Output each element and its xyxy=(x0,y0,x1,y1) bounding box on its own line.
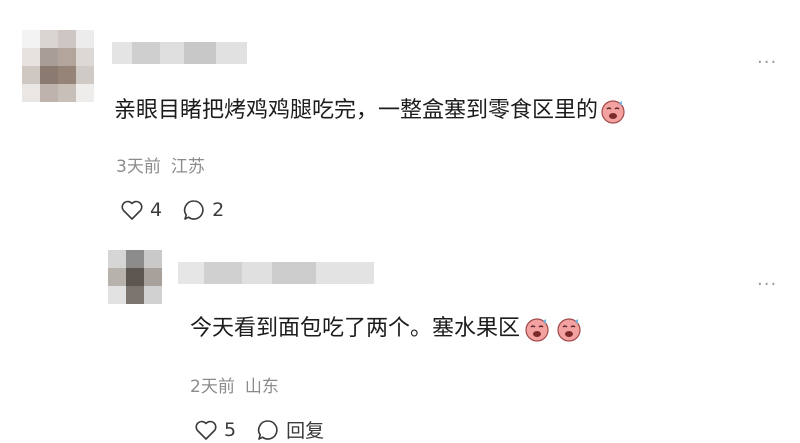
comment-text-body: 今天看到面包吃了两个。塞水果区 xyxy=(190,316,521,341)
avatar[interactable] xyxy=(22,30,94,102)
heart-icon xyxy=(195,420,217,440)
crying-face-emoji-icon xyxy=(525,318,549,342)
like-button[interactable]: 4 xyxy=(120,199,162,221)
comment-actions: 5 回复 xyxy=(194,416,344,443)
reply-button[interactable]: 回复 xyxy=(256,416,324,443)
crying-face-emoji-icon xyxy=(601,100,625,124)
avatar[interactable] xyxy=(108,250,162,304)
heart-icon xyxy=(121,200,143,220)
reply-label: 回复 xyxy=(286,420,325,442)
comment-actions: 4 2 xyxy=(120,198,244,222)
reply-count: 2 xyxy=(212,199,225,221)
username-blurred[interactable] xyxy=(112,42,247,64)
reply-button[interactable]: 2 xyxy=(182,198,224,222)
speech-bubble-icon xyxy=(183,200,204,220)
comment-text: 亲眼目睹把烤鸡鸡腿吃完，一整盒塞到零食区里的 xyxy=(114,96,626,126)
comment-text-body: 亲眼目睹把烤鸡鸡腿吃完，一整盒塞到零食区里的 xyxy=(114,98,599,123)
comment-text: 今天看到面包吃了两个。塞水果区 xyxy=(190,314,582,344)
more-options-button[interactable]: ··· xyxy=(757,276,777,294)
comment-meta: 2天前 山东 xyxy=(190,372,279,397)
comment-location: 山东 xyxy=(244,377,279,397)
speech-bubble-icon xyxy=(257,419,278,440)
like-button[interactable]: 5 xyxy=(194,419,236,441)
like-count: 4 xyxy=(150,199,163,221)
like-count: 5 xyxy=(224,418,237,441)
more-options-button[interactable]: ··· xyxy=(757,54,777,72)
comment-time: 3天前 xyxy=(116,157,161,177)
crying-face-emoji-icon xyxy=(557,318,581,342)
comment-location: 江苏 xyxy=(170,157,205,177)
comment-meta: 3天前 江苏 xyxy=(116,152,205,177)
comment-time: 2天前 xyxy=(190,377,235,397)
username-blurred[interactable] xyxy=(178,262,374,284)
